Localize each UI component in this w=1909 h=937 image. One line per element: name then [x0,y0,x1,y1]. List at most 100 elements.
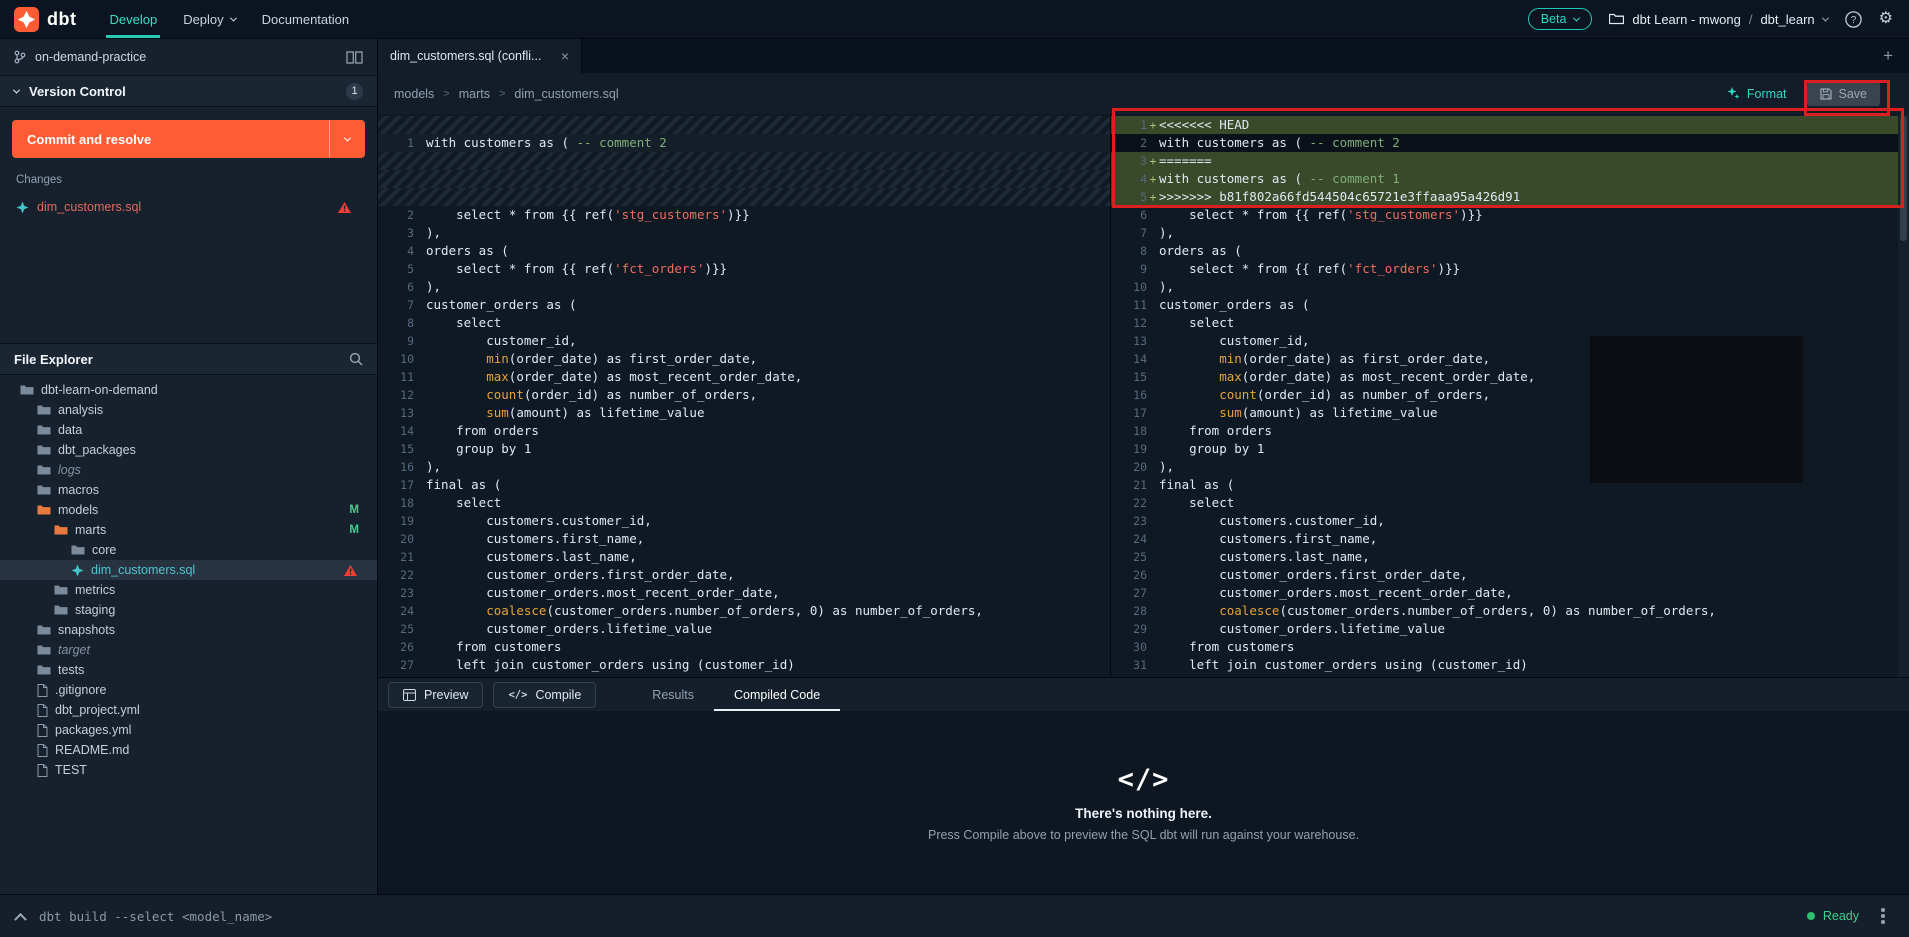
conflict-warning-icon [338,202,351,213]
editor-tab-bar: dim_customers.sql (confli... × + [378,39,1909,73]
tree-item-dbt_packages[interactable]: dbt_packages [0,440,377,460]
line-number: 21 [378,548,414,566]
diff-mark [414,350,426,368]
line-number: 21 [1111,476,1147,494]
tree-item-dbt_project.yml[interactable]: dbt_project.yml [0,700,377,720]
code-line: 2with customers as ( -- comment 2 [1111,134,1909,152]
line-number: 13 [1111,332,1147,350]
code-line: 7), [1111,224,1909,242]
tree-item-dbt-learn-on-demand[interactable]: dbt-learn-on-demand [0,380,377,400]
tree-item-TEST[interactable]: TEST [0,760,377,780]
changed-files-list: dim_customers.sql [12,195,365,219]
top-nav: dbt DevelopDeployDocumentation Beta dbt … [0,0,1909,39]
preview-button[interactable]: Preview [388,682,483,708]
line-number: 8 [378,314,414,332]
nav-item-develop[interactable]: Develop [96,0,170,38]
file-explorer-header[interactable]: File Explorer [0,343,377,375]
code-line: 16), [378,458,1110,476]
commit-and-resolve-button[interactable]: Commit and resolve [12,120,365,158]
diff-mark [414,206,426,224]
diff-mark [414,386,426,404]
tree-item-staging[interactable]: staging [0,600,377,620]
line-number: 28 [378,674,414,677]
tree-item-metrics[interactable]: metrics [0,580,377,600]
commit-button-label[interactable]: Commit and resolve [12,120,329,158]
tab-compiled-code[interactable]: Compiled Code [714,678,840,711]
diff-mark [414,134,426,152]
tree-item-target[interactable]: target [0,640,377,660]
diff-mark [414,296,426,314]
line-number: 5 [378,260,414,278]
line-number: 28 [1111,602,1147,620]
tree-item-dim_customers.sql[interactable]: dim_customers.sql [0,560,377,580]
code-line: 24 customers.first_name, [1111,530,1909,548]
tree-item-packages.yml[interactable]: packages.yml [0,720,377,740]
editor-scrollbar [1898,114,1909,677]
line-number: 17 [1111,404,1147,422]
diff-mark [1147,278,1159,296]
code-line: 26 customer_orders.first_order_date, [1111,566,1909,584]
format-button[interactable]: Format [1727,87,1787,101]
editor-pane-modified[interactable]: 1+<<<<<<< HEAD2with customers as ( -- co… [1111,114,1909,677]
gear-icon[interactable]: ⚙ [1879,11,1893,27]
diff-mark: + [1147,152,1159,170]
beta-toggle[interactable]: Beta [1528,8,1593,30]
tree-item-README.md[interactable]: README.md [0,740,377,760]
conflict-warning-icon [344,565,357,576]
tree-item-data[interactable]: data [0,420,377,440]
branch-selector[interactable]: on-demand-practice [0,39,377,75]
tree-item-.gitignore[interactable]: .gitignore [0,680,377,700]
editor-pane-original[interactable]: 1with customers as ( -- comment 22 selec… [378,114,1111,677]
close-icon[interactable]: × [561,48,569,64]
tree-item-macros[interactable]: macros [0,480,377,500]
modified-badge: M [349,504,359,516]
tree-item-core[interactable]: core [0,540,377,560]
line-number: 5 [1111,188,1147,206]
diff-mark [414,422,426,440]
chevron-up-icon[interactable] [14,912,27,925]
tree-item-marts[interactable]: martsM [0,520,377,540]
nav-item-deploy[interactable]: Deploy [170,0,248,38]
version-control-body: Commit and resolve Changes dim_customers… [0,107,377,343]
code-line: 6 select * from {{ ref('stg_customers')}… [1111,206,1909,224]
code-line: 32) [1111,674,1909,677]
breadcrumb-item[interactable]: models [394,87,434,101]
tree-item-models[interactable]: modelsM [0,500,377,520]
compile-button[interactable]: </> Compile [493,682,596,708]
line-number: 12 [1111,314,1147,332]
breadcrumb-item[interactable]: dim_customers.sql [514,87,618,101]
nav-item-documentation[interactable]: Documentation [249,0,362,38]
code-line: 26 from customers [378,638,1110,656]
line-number: 10 [378,350,414,368]
changed-file-dim_customers.sql[interactable]: dim_customers.sql [12,195,365,219]
account-project-selector[interactable]: dbt Learn - mwong / dbt_learn [1609,12,1827,27]
tree-item-logs[interactable]: logs [0,460,377,480]
preview-label: Preview [424,688,468,702]
diff-gap [378,170,1110,188]
code-line: 27 left join customer_orders using (cust… [378,656,1110,674]
save-button[interactable]: Save [1807,82,1881,106]
breadcrumb-item[interactable]: marts [459,87,490,101]
diff-mark [1147,206,1159,224]
search-icon[interactable] [349,352,363,366]
line-number: 7 [378,296,414,314]
tab-results[interactable]: Results [632,678,714,711]
tree-item-snapshots[interactable]: snapshots [0,620,377,640]
code-line: 1+<<<<<<< HEAD [1111,116,1909,134]
dbt-logo[interactable]: dbt [0,0,96,38]
help-icon[interactable]: ? [1845,11,1862,28]
kebab-menu-icon[interactable] [1881,914,1885,918]
commit-options-caret[interactable] [329,120,365,158]
command-input[interactable]: dbt build --select <model_name> [39,909,1793,924]
new-tab-button[interactable]: + [1883,46,1893,66]
tree-item-tests[interactable]: tests [0,660,377,680]
merge-editor[interactable]: 1with customers as ( -- comment 22 selec… [378,114,1909,677]
book-icon[interactable] [346,51,363,64]
tree-item-analysis[interactable]: analysis [0,400,377,420]
path-separator: / [1749,12,1753,27]
code-line: 8orders as ( [1111,242,1909,260]
scrollbar-thumb[interactable] [1900,116,1907,241]
tab-dim-customers[interactable]: dim_customers.sql (confli... × [378,39,582,73]
code-line: 10), [1111,278,1909,296]
version-control-header[interactable]: Version Control 1 [0,75,377,107]
